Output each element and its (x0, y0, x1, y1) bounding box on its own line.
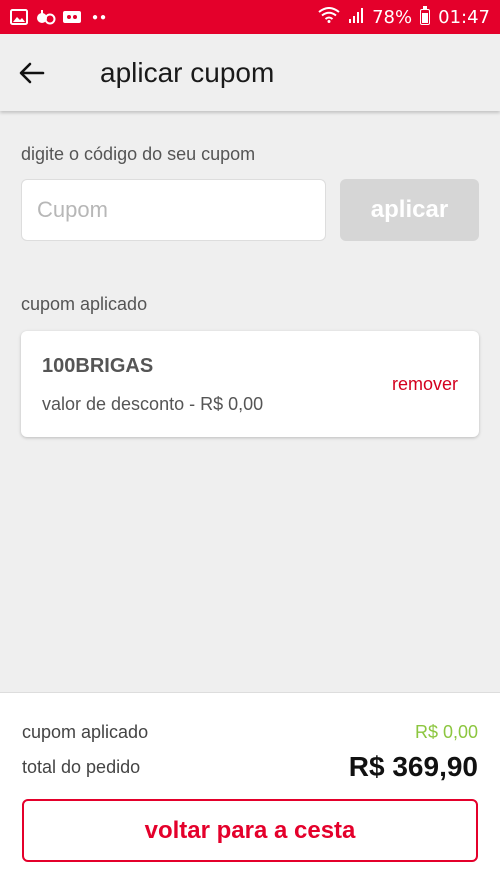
voicemail-icon (62, 9, 81, 25)
apply-button[interactable]: aplicar (340, 179, 479, 241)
coupon-discount-text: valor de desconto - R$ 0,00 (42, 394, 264, 414)
footer-total-value: R$ 369,90 (348, 751, 478, 782)
coupon-code: 100BRIGAS (42, 355, 154, 377)
more-dots-icon: ●● (92, 11, 109, 23)
coupon-input[interactable] (21, 179, 326, 241)
order-summary-footer: cupom aplicado R$ 0,00 total do pedido R… (0, 692, 500, 889)
back-button[interactable] (12, 53, 52, 93)
clock: 01:47 (438, 6, 490, 28)
app-header: aplicar cupom (0, 34, 500, 111)
wifi-icon (318, 6, 340, 28)
notification-icon (36, 9, 56, 25)
applied-coupon-label: cupom aplicado (21, 294, 148, 314)
applied-coupon-card: 100BRIGAS valor de desconto - R$ 0,00 re… (21, 331, 479, 437)
status-bar: ●● 78% 01:47 (0, 0, 500, 34)
arrow-left-icon (19, 62, 45, 83)
signal-icon (348, 7, 364, 28)
image-icon (10, 9, 28, 25)
battery-icon (420, 6, 431, 25)
footer-coupon-label: cupom aplicado (22, 722, 149, 742)
footer-total-label: total do pedido (22, 757, 141, 777)
status-right: 78% 01:47 (318, 6, 490, 28)
battery-percent: 78% (372, 6, 413, 28)
footer-coupon-value: R$ 0,00 (414, 722, 478, 742)
remove-coupon-link[interactable]: remover (392, 374, 458, 395)
status-left: ●● (10, 9, 108, 25)
page-title: aplicar cupom (100, 56, 275, 88)
coupon-input-label: digite o código do seu cupom (21, 144, 256, 164)
back-to-cart-button[interactable]: voltar para a cesta (22, 799, 478, 862)
